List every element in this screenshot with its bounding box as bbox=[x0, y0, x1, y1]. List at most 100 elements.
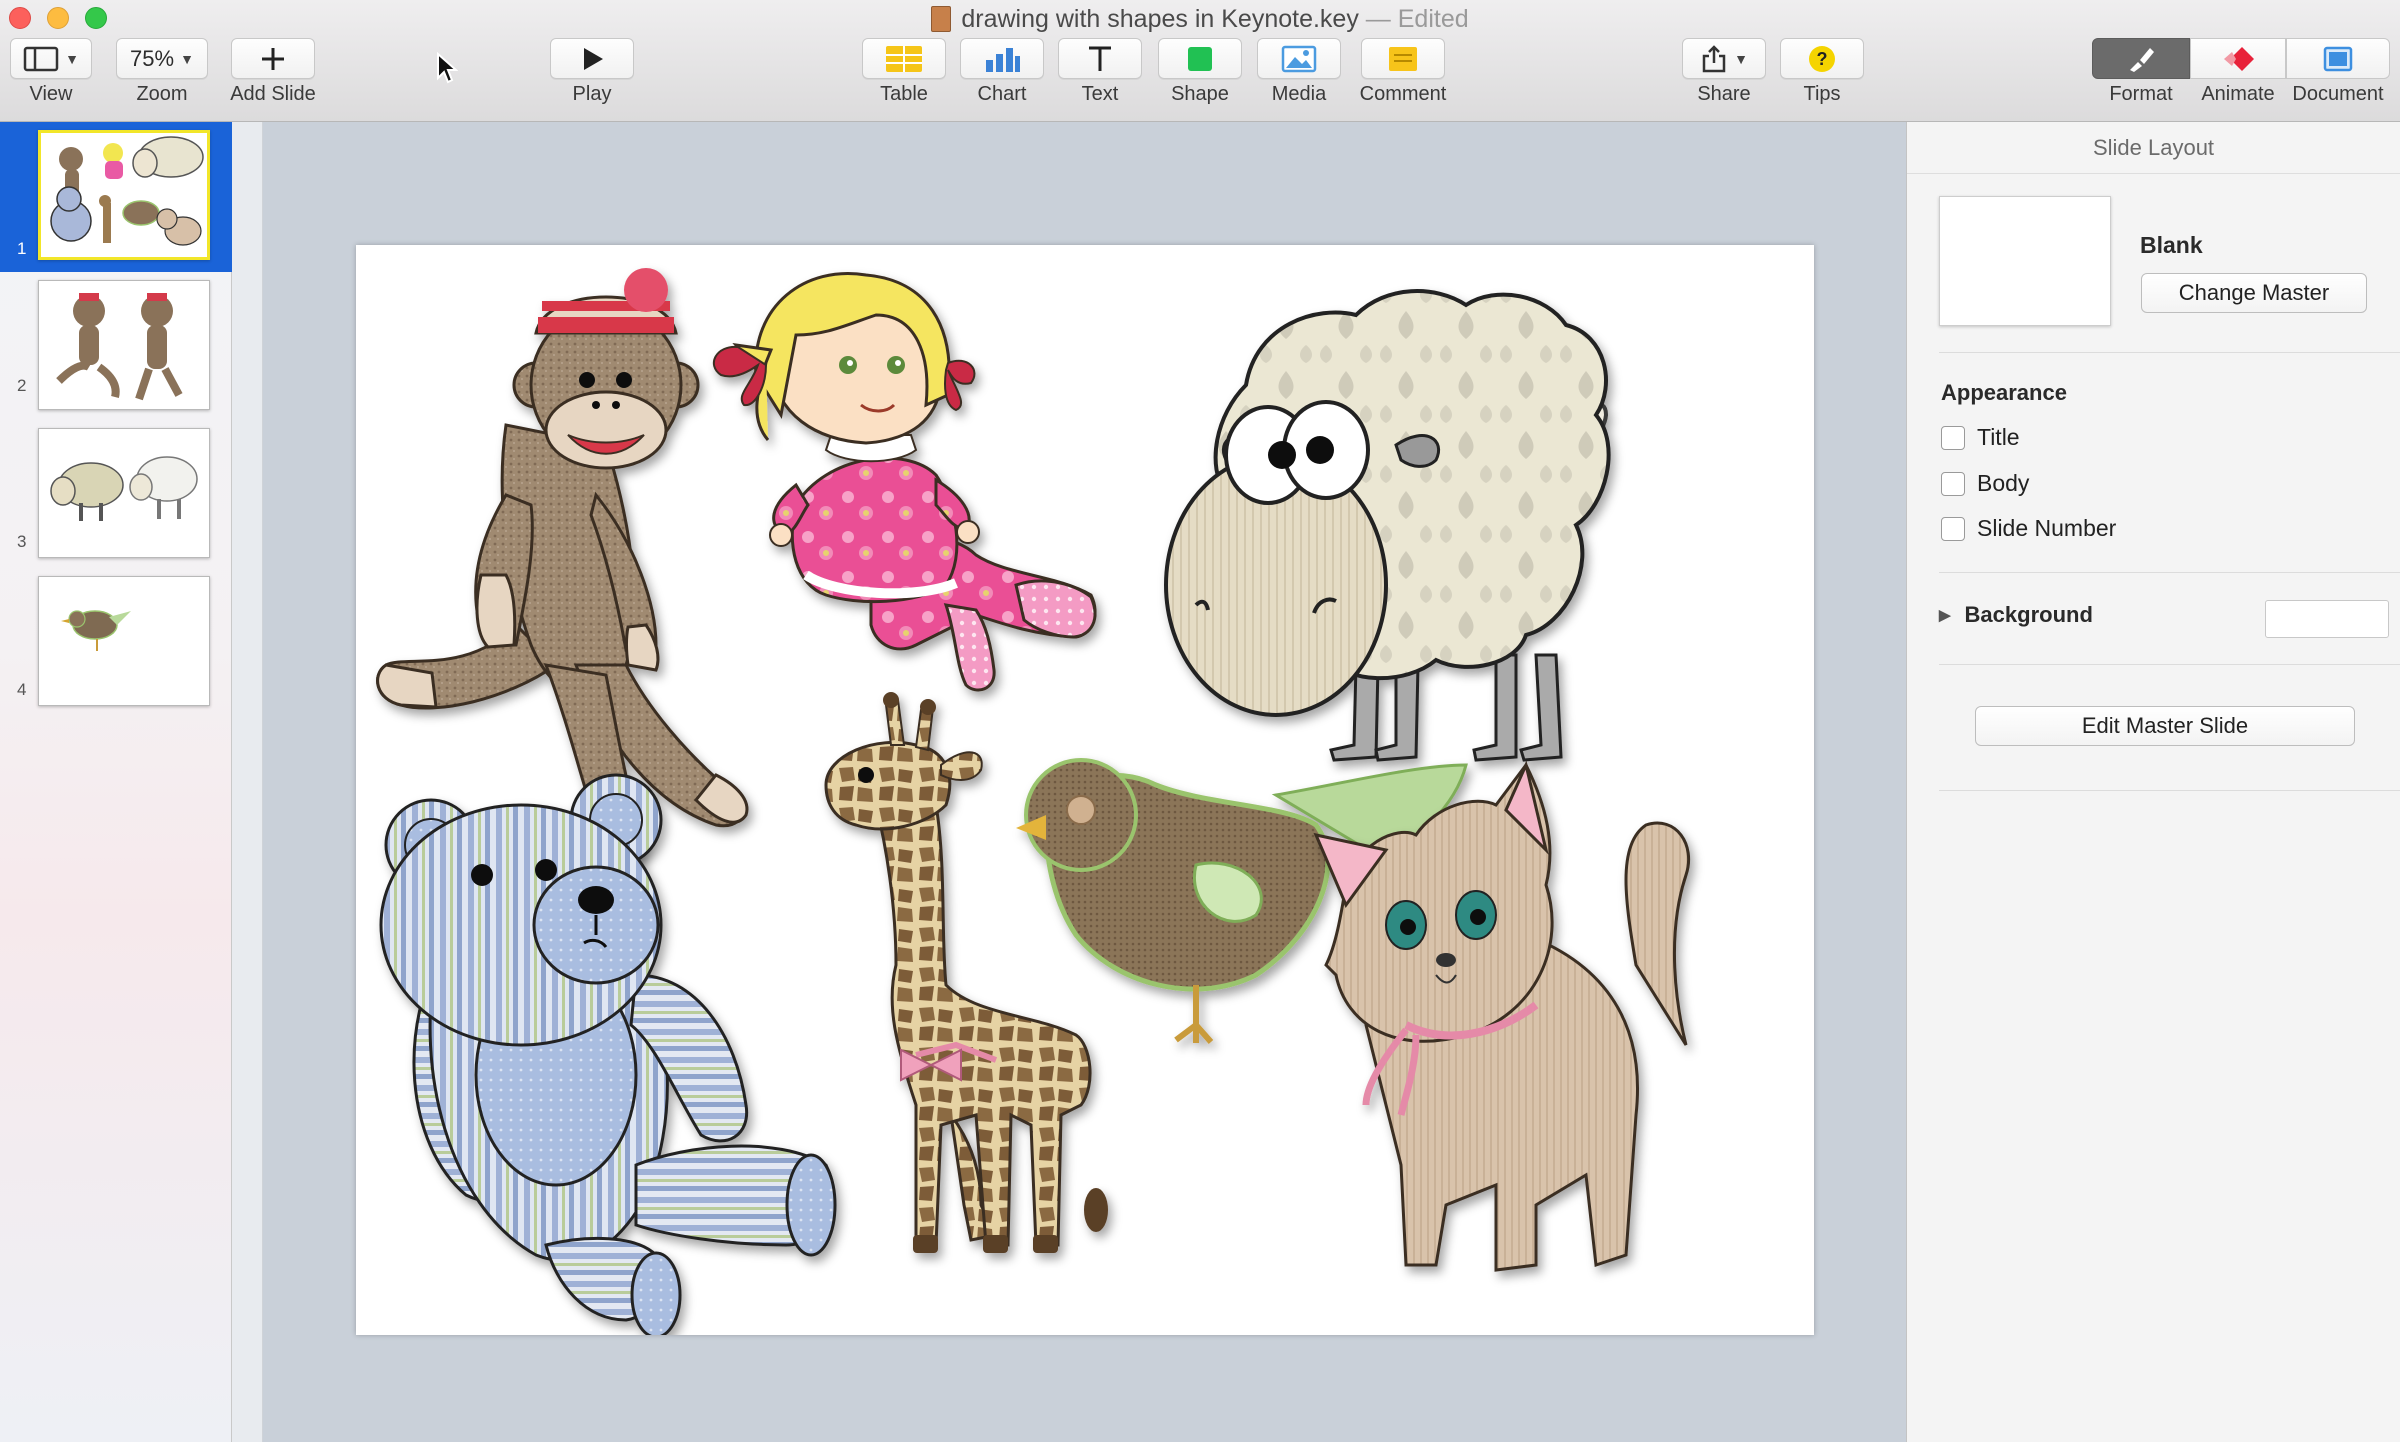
background-disclosure[interactable]: ▶ Background bbox=[1939, 602, 2093, 628]
mouse-cursor-icon bbox=[437, 52, 458, 84]
toolbar: drawing with shapes in Keynote.key — Edi… bbox=[0, 0, 2400, 122]
slide-thumbnail-4[interactable]: 4 bbox=[0, 576, 232, 716]
document-label: Document bbox=[2292, 83, 2384, 105]
add-slide-label: Add Slide bbox=[230, 83, 316, 105]
document-icon bbox=[2323, 46, 2353, 71]
chevron-down-icon: ▼ bbox=[1734, 50, 1748, 67]
divider bbox=[1939, 352, 2400, 353]
divider bbox=[1939, 664, 2400, 665]
divider bbox=[1939, 790, 2400, 791]
title-option-label: Title bbox=[1977, 424, 2020, 450]
chart-button[interactable]: Chart bbox=[960, 38, 1044, 106]
share-icon bbox=[1702, 44, 1726, 72]
tab-format[interactable]: Format bbox=[2092, 38, 2190, 106]
edited-status: Edited bbox=[1397, 5, 1469, 33]
view-label: View bbox=[29, 83, 73, 105]
animate-diamond-icon bbox=[2224, 46, 2254, 71]
slide-number-option[interactable]: Slide Number bbox=[1941, 515, 2116, 542]
plus-icon bbox=[262, 47, 284, 70]
sock-monkey-shape[interactable] bbox=[376, 268, 749, 863]
slide-thumbnail-2[interactable]: 2 bbox=[0, 280, 232, 420]
text-icon bbox=[1089, 46, 1111, 71]
background-color-well[interactable] bbox=[2265, 600, 2389, 638]
zoom-menu-button[interactable]: 75% ▼ Zoom bbox=[116, 38, 208, 106]
shape-label: Shape bbox=[1171, 83, 1229, 105]
window-title: drawing with shapes in Keynote.key — Edi… bbox=[0, 2, 2400, 36]
change-master-button[interactable]: Change Master bbox=[2141, 273, 2367, 313]
master-thumbnail[interactable] bbox=[1939, 196, 2111, 326]
sheep-shape[interactable] bbox=[1164, 289, 1611, 762]
navigator-divider bbox=[232, 122, 263, 1442]
slide-canvas bbox=[264, 122, 1906, 1442]
slide-preview bbox=[38, 130, 210, 260]
divider bbox=[1939, 572, 2400, 573]
slide-thumbnail-1[interactable]: 1 bbox=[0, 122, 232, 272]
slide[interactable] bbox=[356, 245, 1814, 1335]
shape-button[interactable]: Shape bbox=[1158, 38, 1242, 106]
chevron-down-icon: ▼ bbox=[65, 50, 79, 67]
tab-animate[interactable]: Animate bbox=[2190, 38, 2286, 106]
body-option[interactable]: Body bbox=[1941, 470, 2029, 497]
background-label: Background bbox=[1964, 602, 2093, 627]
slide-number-checkbox[interactable] bbox=[1941, 516, 1965, 541]
shape-icon bbox=[1188, 46, 1212, 71]
text-label: Text bbox=[1081, 83, 1119, 105]
inspector-panel: Slide Layout Blank Change Master Appeara… bbox=[1906, 122, 2400, 1442]
keynote-document-icon bbox=[931, 6, 952, 32]
tips-icon: ? bbox=[1809, 45, 1835, 72]
body-checkbox[interactable] bbox=[1941, 471, 1965, 496]
chart-label: Chart bbox=[977, 83, 1027, 105]
animate-label: Animate bbox=[2201, 83, 2275, 105]
slide-preview bbox=[38, 576, 210, 706]
slide-preview bbox=[38, 428, 210, 558]
slide-number: 4 bbox=[17, 680, 27, 699]
text-button[interactable]: Text bbox=[1058, 38, 1142, 106]
chevron-down-icon: ▼ bbox=[180, 50, 194, 67]
slide-number: 1 bbox=[17, 239, 27, 258]
title-option[interactable]: Title bbox=[1941, 424, 2020, 451]
title-checkbox[interactable] bbox=[1941, 425, 1965, 450]
table-icon bbox=[886, 45, 922, 72]
play-icon bbox=[584, 47, 603, 70]
play-label: Play bbox=[572, 83, 612, 105]
svg-text:?: ? bbox=[1817, 49, 1828, 69]
doll-shape[interactable] bbox=[712, 272, 1097, 692]
document-title: drawing with shapes in Keynote.key bbox=[961, 5, 1359, 33]
disclosure-triangle-icon: ▶ bbox=[1939, 607, 1951, 624]
table-label: Table bbox=[880, 83, 928, 105]
slide-navigator: 1 2 3 4 bbox=[0, 122, 232, 1442]
edit-master-slide-button[interactable]: Edit Master Slide bbox=[1975, 706, 2355, 746]
slide-number: 3 bbox=[17, 532, 27, 551]
slide-number-option-label: Slide Number bbox=[1977, 515, 2117, 541]
tips-label: Tips bbox=[1803, 83, 1841, 105]
comment-label: Comment bbox=[1359, 83, 1447, 105]
view-icon bbox=[23, 46, 59, 71]
zoom-label: Zoom bbox=[136, 83, 188, 105]
slide-thumbnail-3[interactable]: 3 bbox=[0, 428, 232, 568]
comment-icon bbox=[1389, 46, 1417, 71]
media-icon bbox=[1281, 45, 1317, 72]
tips-button[interactable]: ? Tips bbox=[1780, 38, 1864, 106]
chart-icon bbox=[986, 47, 1020, 72]
comment-button[interactable]: Comment bbox=[1356, 38, 1450, 106]
appearance-heading: Appearance bbox=[1941, 380, 2067, 405]
slide-preview bbox=[38, 280, 210, 410]
play-button[interactable]: Play bbox=[550, 38, 634, 106]
media-button[interactable]: Media bbox=[1257, 38, 1341, 106]
share-label: Share bbox=[1697, 83, 1751, 105]
tab-document[interactable]: Document bbox=[2286, 38, 2390, 106]
inspector-header: Slide Layout bbox=[1907, 122, 2400, 174]
format-label: Format bbox=[2109, 83, 2173, 105]
slide-number: 2 bbox=[17, 376, 27, 395]
body-option-label: Body bbox=[1977, 470, 2030, 496]
add-slide-button[interactable]: Add Slide bbox=[222, 38, 324, 106]
table-button[interactable]: Table bbox=[862, 38, 946, 106]
share-button[interactable]: ▼ Share bbox=[1682, 38, 1766, 106]
zoom-value: 75% bbox=[130, 45, 175, 71]
teddy-bear-shape[interactable] bbox=[379, 773, 837, 1335]
paintbrush-icon bbox=[2130, 47, 2154, 72]
title-separator: — bbox=[1365, 5, 1391, 33]
view-menu-button[interactable]: ▼ View bbox=[10, 38, 92, 106]
media-label: Media bbox=[1271, 83, 1327, 105]
master-name: Blank bbox=[2140, 232, 2203, 258]
